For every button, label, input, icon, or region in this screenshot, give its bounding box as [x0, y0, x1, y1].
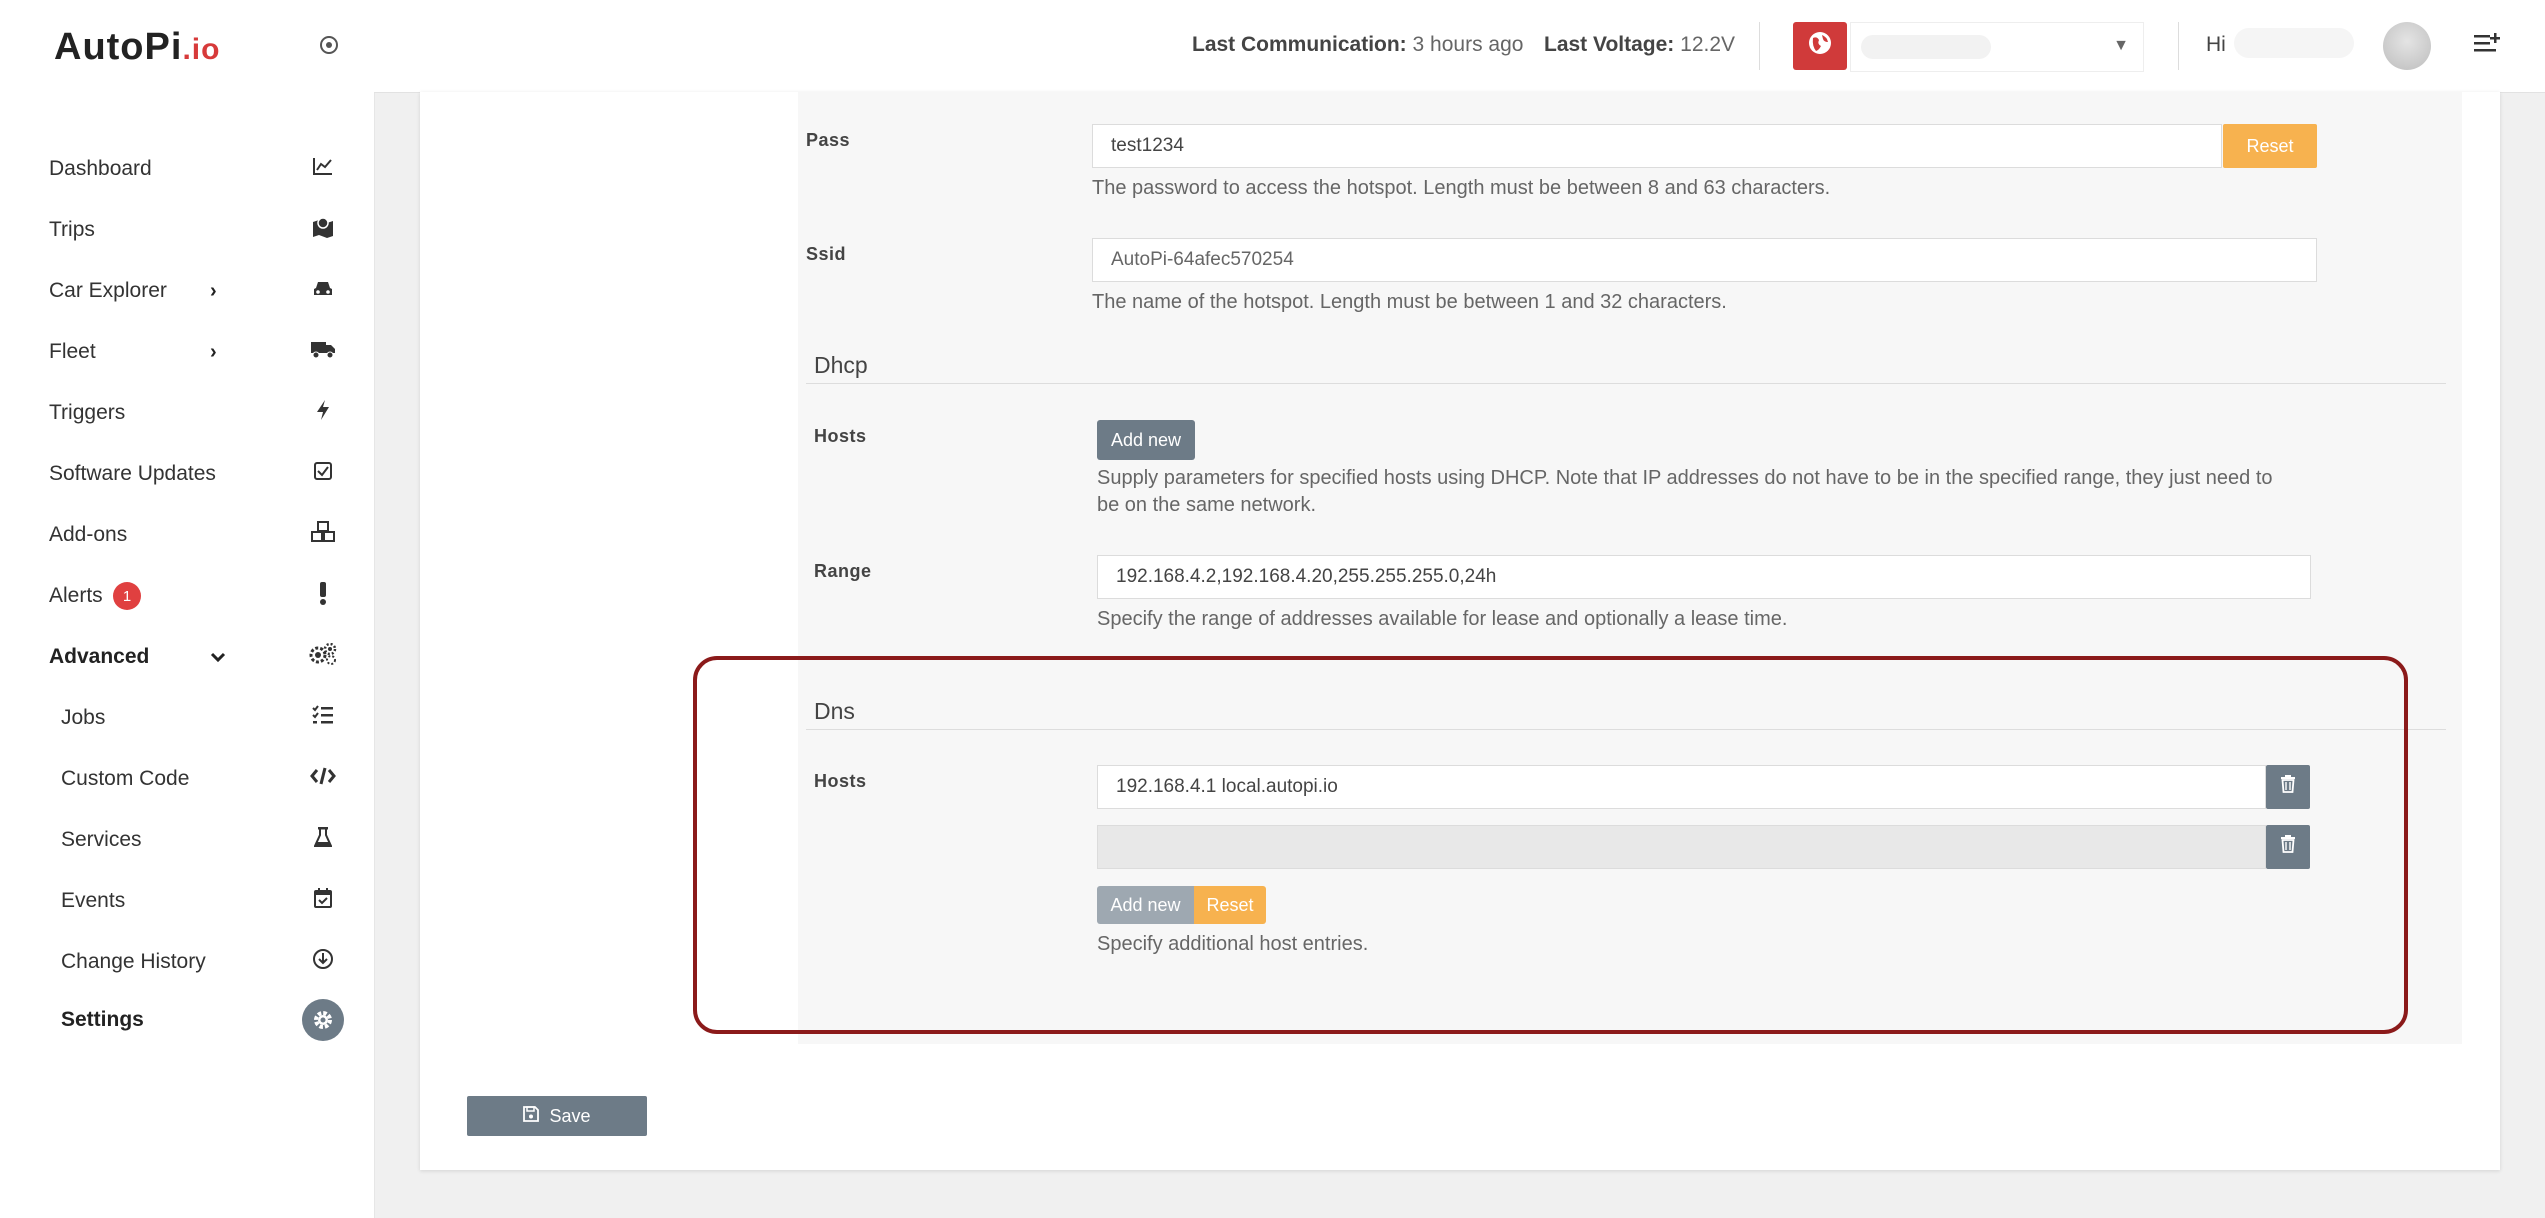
chart-line-icon [308, 156, 338, 182]
sidebar-item-advanced[interactable]: Advanced [0, 627, 374, 687]
car-icon [308, 278, 338, 304]
sidebar-item-label: Custom Code [61, 767, 190, 790]
ssid-help-text: The name of the hotspot. Length must be … [1092, 291, 1727, 313]
save-icon [523, 1105, 540, 1127]
sidebar-item-car-explorer[interactable]: Car Explorer › [0, 261, 374, 321]
sidebar-item-label: Dashboard [49, 157, 152, 180]
sidebar-item-label: Services [61, 828, 142, 851]
caret-down-icon: ▼ [2113, 37, 2129, 54]
dhcp-range-input[interactable]: 192.168.4.2,192.168.4.20,255.255.255.0,2… [1097, 555, 2311, 599]
sidebar: AutoPi.io Dashboard Trips Car Explorer ›… [0, 0, 375, 1218]
sidebar-item-label: Software Updates [49, 462, 216, 485]
dhcp-hosts-label: Hosts [814, 426, 867, 446]
sidebar-item-add-ons[interactable]: Add-ons [0, 505, 374, 565]
ssid-input[interactable]: AutoPi-64afec570254 [1092, 238, 2317, 282]
globe-icon [1807, 30, 1833, 63]
pass-reset-button[interactable]: Reset [2223, 124, 2317, 168]
sidebar-item-label: Trips [49, 218, 95, 241]
dhcp-hosts-help-line1: Supply parameters for specified hosts us… [1097, 467, 2273, 489]
flask-icon [308, 826, 338, 854]
dhcp-range-label: Range [814, 561, 872, 581]
sidebar-item-dashboard[interactable]: Dashboard [0, 139, 374, 199]
pass-help-text: The password to access the hotspot. Leng… [1092, 177, 1831, 199]
sidebar-item-label: Advanced [49, 645, 150, 668]
cogs-icon [308, 642, 338, 671]
avatar[interactable] [2383, 22, 2431, 70]
sidebar-item-label: Triggers [49, 401, 126, 424]
sidebar-item-label: Settings [61, 1008, 144, 1031]
exclamation-icon [308, 581, 338, 611]
pass-label: Pass [806, 130, 851, 150]
sidebar-item-change-history[interactable]: Change History [0, 932, 374, 992]
menu-icon[interactable] [2473, 30, 2501, 62]
collapse-sidebar-icon[interactable] [320, 36, 338, 54]
save-button[interactable]: Save [467, 1096, 647, 1136]
map-marked-icon [308, 216, 338, 244]
sidebar-item-triggers[interactable]: Triggers [0, 383, 374, 443]
chevron-right-icon: › [210, 279, 217, 302]
sidebar-item-label: Change History [61, 950, 206, 973]
greeting: Hi [2206, 33, 2226, 56]
cubes-icon [308, 521, 338, 549]
alerts-count-badge: 1 [113, 582, 141, 610]
sidebar-item-fleet[interactable]: Fleet › [0, 322, 374, 382]
dhcp-range-help-text: Specify the range of addresses available… [1097, 608, 1788, 630]
ssid-label: Ssid [806, 244, 847, 264]
save-button-label: Save [549, 1105, 591, 1126]
device-name-blurred [1861, 35, 1991, 59]
dhcp-section-title: Dhcp [814, 352, 868, 378]
dhcp-hosts-help-line2: be on the same network. [1097, 494, 1317, 516]
gear-icon [302, 999, 344, 1041]
check-square-icon [308, 461, 338, 487]
dns-highlight-box [693, 656, 2408, 1034]
autopi-logo[interactable]: AutoPi.io [54, 26, 220, 69]
pass-input[interactable]: test1234 [1092, 124, 2222, 168]
sidebar-item-jobs[interactable]: Jobs [0, 688, 374, 748]
device-select[interactable]: ▼ [1850, 22, 2144, 72]
code-icon [308, 766, 338, 792]
last-communication: Last Communication: 3 hours ago [1192, 33, 1524, 56]
sidebar-item-custom-code[interactable]: Custom Code [0, 749, 374, 809]
sidebar-item-label: Fleet [49, 340, 96, 363]
globe-button[interactable] [1793, 22, 1847, 70]
sidebar-item-trips[interactable]: Trips [0, 200, 374, 260]
bolt-icon [308, 399, 338, 427]
sidebar-item-events[interactable]: Events [0, 871, 374, 931]
arrow-circle-down-icon [308, 948, 338, 976]
sidebar-item-label: Car Explorer [49, 279, 167, 302]
sidebar-item-label: Add-ons [49, 523, 128, 546]
sidebar-item-label: Alerts [49, 584, 103, 607]
sidebar-item-services[interactable]: Services [0, 810, 374, 870]
sidebar-item-settings[interactable]: Settings [0, 990, 374, 1050]
header-divider [1759, 22, 1760, 70]
header-divider [2178, 22, 2179, 70]
chevron-right-icon: › [210, 340, 217, 363]
dhcp-divider [806, 383, 2446, 384]
user-name-blurred [2234, 28, 2354, 58]
sidebar-item-label: Jobs [61, 706, 106, 729]
sidebar-item-alerts[interactable]: Alerts 1 [0, 566, 374, 626]
top-header: Last Communication: 3 hours ago Last Vol… [374, 0, 2545, 93]
chevron-down-icon [210, 646, 226, 669]
sidebar-item-label: Events [61, 889, 126, 912]
last-voltage: Last Voltage: 12.2V [1544, 33, 1736, 56]
dhcp-hosts-add-button[interactable]: Add new [1097, 420, 1195, 460]
truck-icon [308, 339, 338, 365]
sidebar-item-software-updates[interactable]: Software Updates [0, 444, 374, 504]
tasks-icon [308, 705, 338, 731]
calendar-check-icon [308, 887, 338, 915]
